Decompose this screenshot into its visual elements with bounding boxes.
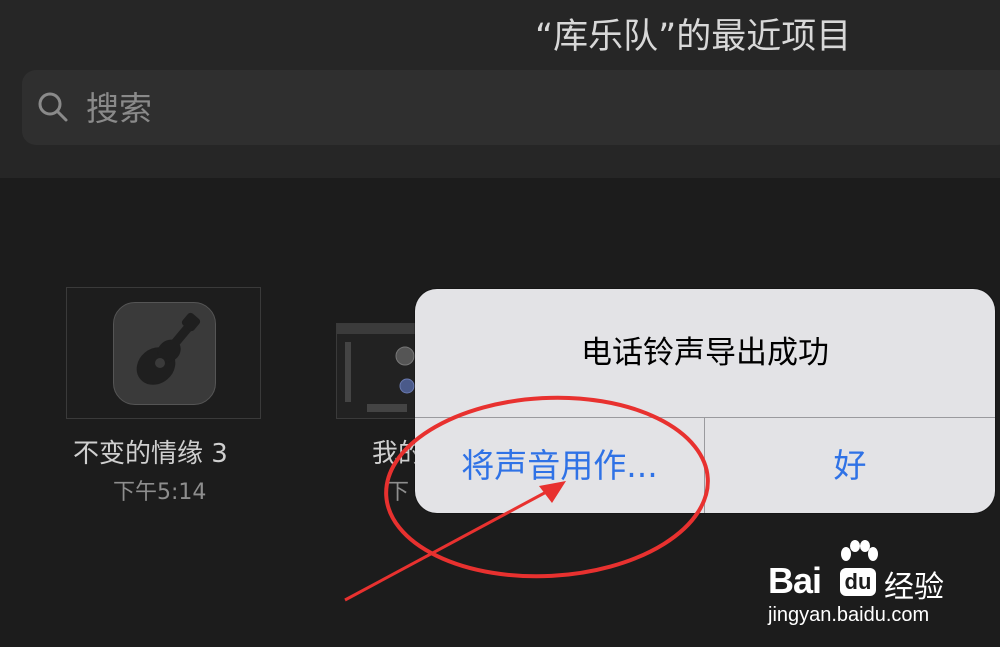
- project-thumbnail[interactable]: [66, 287, 261, 419]
- ok-button[interactable]: 好: [705, 418, 995, 513]
- baidu-jingyan-watermark: Bai du 经验 jingyan.baidu.com: [768, 540, 993, 640]
- search-bar[interactable]: [22, 70, 1000, 145]
- alert-title: 电话铃声导出成功: [581, 335, 829, 371]
- garageband-guitar-icon: [113, 302, 216, 405]
- search-input[interactable]: [84, 85, 688, 132]
- page-title: “库乐队”的最近项目: [535, 17, 852, 57]
- watermark-brand-cn: 经验: [884, 570, 944, 605]
- top-bar: “库乐队”的最近项目: [0, 0, 1000, 178]
- project-time: 下: [387, 480, 410, 505]
- search-icon: [38, 92, 68, 122]
- amp-thumbnail-icon: [337, 324, 427, 418]
- watermark-brand-du: du: [840, 568, 876, 596]
- project-name[interactable]: 不变的情缘 3: [73, 433, 228, 470]
- watermark-brand: Bai: [768, 560, 822, 601]
- project-time: 下午5:14: [113, 480, 207, 505]
- watermark-url: jingyan.baidu.com: [768, 604, 930, 626]
- export-success-alert: 电话铃声导出成功 将声音用作... 好: [415, 289, 995, 513]
- paw-icon: [841, 540, 878, 561]
- use-sound-as-button[interactable]: 将声音用作...: [415, 418, 704, 513]
